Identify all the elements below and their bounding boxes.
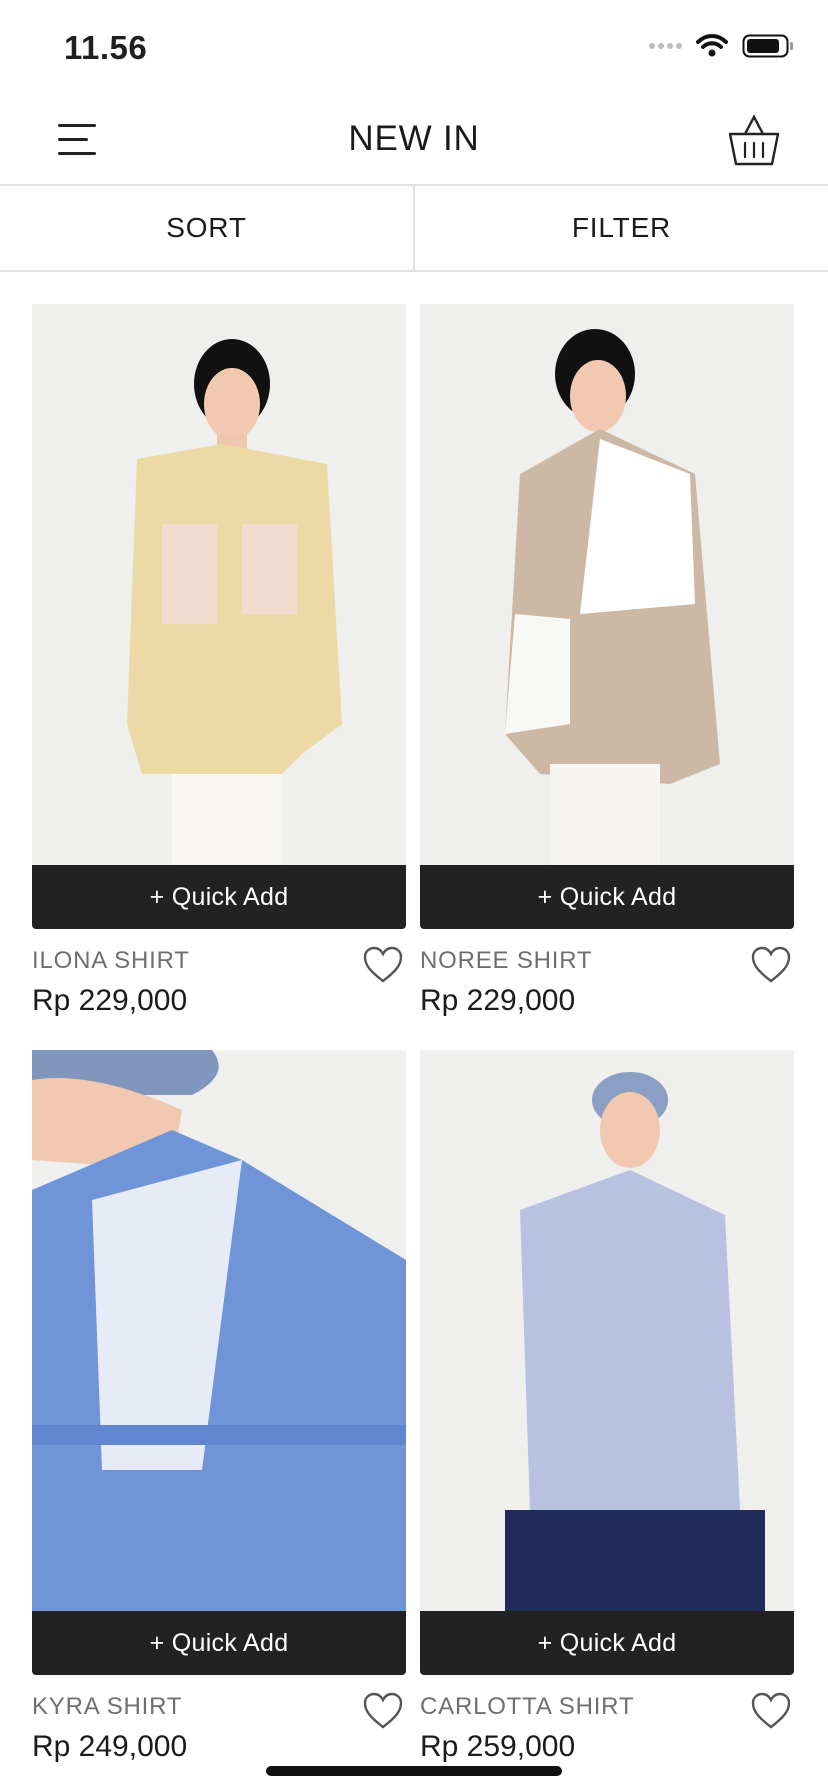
product-price: Rp 229,000 [32,984,188,1017]
status-time: 11.56 [64,29,148,66]
status-icons [649,34,794,58]
sort-filter-bar: SORT FILTER [0,186,828,272]
product-name[interactable]: KYRA SHIRT [32,1693,182,1721]
product-image[interactable] [420,304,794,865]
heart-icon[interactable] [362,1691,404,1731]
product-name[interactable]: CARLOTTA SHIRT [420,1693,634,1721]
product-card[interactable]: + Quick Add KYRA SHIRT Rp 249,000 [32,1050,406,1766]
battery-icon [742,34,793,58]
status-bar: 11.56 [0,0,828,98]
app-header: NEW IN [0,98,828,186]
product-card[interactable]: + Quick Add ILONA SHIRT Rp 229,000 [32,304,406,1020]
product-card[interactable]: + Quick Add CARLOTTA SHIRT Rp 259,000 [420,1050,794,1766]
product-price: Rp 229,000 [420,984,576,1017]
quick-add-button[interactable]: + Quick Add [420,1611,794,1675]
quick-add-button[interactable]: + Quick Add [420,865,794,929]
heart-icon[interactable] [362,945,404,985]
product-name[interactable]: NOREE SHIRT [420,947,592,975]
product-price: Rp 259,000 [420,1730,576,1763]
product-price: Rp 249,000 [32,1730,188,1763]
page-title: NEW IN [348,119,480,158]
sort-button[interactable]: SORT [0,186,413,270]
signal-icon [649,43,682,49]
quick-add-button[interactable]: + Quick Add [32,1611,406,1675]
home-indicator[interactable] [266,1766,562,1776]
product-image[interactable] [32,1050,406,1611]
filter-button[interactable]: FILTER [413,186,828,270]
product-grid: + Quick Add ILONA SHIRT Rp 229,000 + Qui… [32,304,794,1766]
heart-icon[interactable] [750,1691,792,1731]
quick-add-button[interactable]: + Quick Add [32,865,406,929]
product-image[interactable] [32,304,406,865]
product-name[interactable]: ILONA SHIRT [32,947,190,975]
product-card[interactable]: + Quick Add NOREE SHIRT Rp 229,000 [420,304,794,1020]
product-image[interactable] [420,1050,794,1611]
wifi-icon [696,34,728,57]
heart-icon[interactable] [750,945,792,985]
basket-icon[interactable] [726,114,782,168]
